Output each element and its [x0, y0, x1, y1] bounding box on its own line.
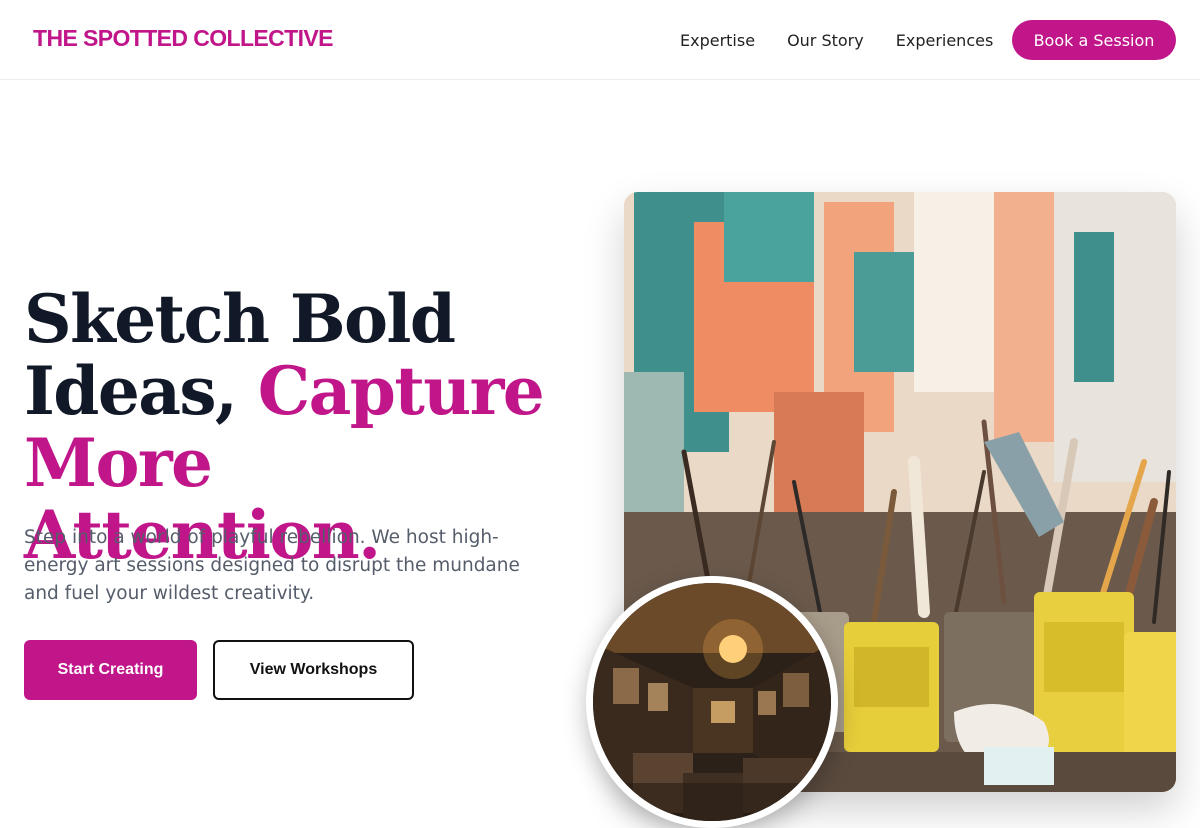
- hero-description: Step into a world of playful rebellion. …: [24, 527, 520, 604]
- headline-line-2: Ideas,: [24, 352, 258, 430]
- main-nav: Expertise Our Story Experiences: [680, 0, 1025, 80]
- headline-accent-capture: Capture: [257, 352, 545, 430]
- inset-image-frame: [586, 576, 838, 828]
- nav-link-experiences[interactable]: Experiences: [896, 31, 994, 50]
- gallery-room-photo: [593, 583, 831, 821]
- headline-line-1: Sketch Bold: [24, 280, 456, 358]
- inset-image: [593, 583, 831, 821]
- view-workshops-button[interactable]: View Workshops: [213, 640, 414, 700]
- book-session-button[interactable]: Book a Session: [1012, 20, 1176, 60]
- start-creating-button[interactable]: Start Creating: [24, 640, 197, 700]
- nav-link-expertise[interactable]: Expertise: [680, 31, 755, 50]
- nav-link-our-story[interactable]: Our Story: [787, 31, 864, 50]
- site-header: THE SPOTTED COLLECTIVE Expertise Our Sto…: [0, 0, 1200, 80]
- brand-logo[interactable]: THE SPOTTED COLLECTIVE: [33, 25, 333, 52]
